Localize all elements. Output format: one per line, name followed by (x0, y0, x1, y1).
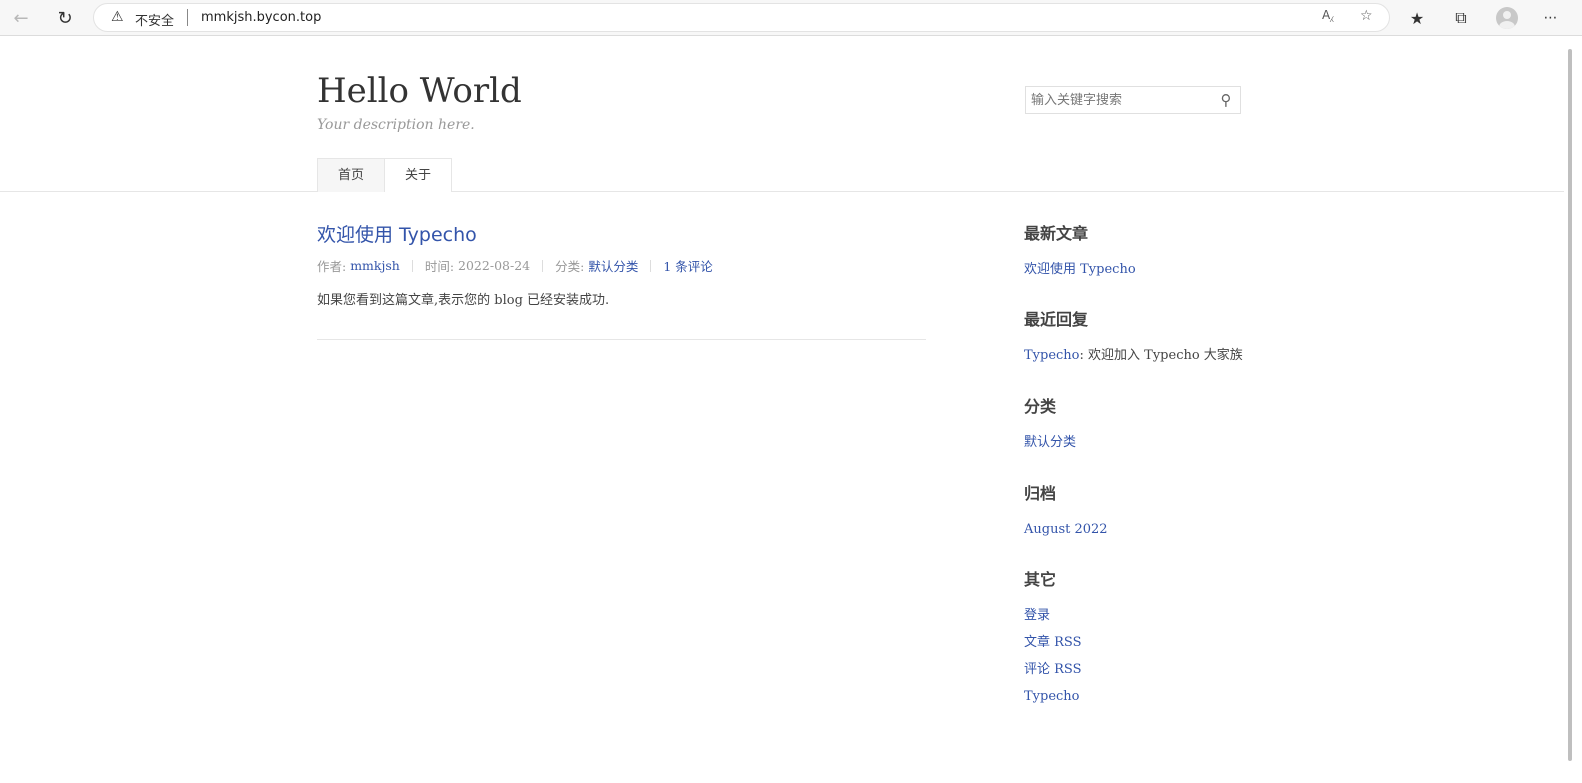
post-article: 欢迎使用 Typecho 作者: mmkjsh 时间: 2022-08-24 分… (317, 222, 926, 340)
url-text[interactable]: mmkjsh.bycon.top (201, 10, 321, 25)
widget-heading: 最近回复 (1024, 310, 1089, 329)
list-item: Typecho: 欢迎加入 Typecho 大家族 (1024, 342, 1264, 369)
profile-button[interactable] (1494, 5, 1520, 31)
search-icon[interactable]: ⚲ (1216, 90, 1236, 110)
post-category: 分类: 默认分类 (555, 256, 638, 275)
list-item: Typecho (1024, 683, 1264, 710)
more-menu-icon[interactable]: ⋯ (1538, 5, 1564, 31)
reload-icon[interactable]: ↻ (50, 3, 80, 33)
site-description: Your description here. (317, 117, 475, 133)
list-item: 欢迎使用 Typecho (1024, 256, 1264, 283)
widget-archives: 归档 August 2022 (1024, 482, 1264, 568)
comment-author-link[interactable]: Typecho (1024, 348, 1080, 363)
browser-toolbar: ← ↻ ⚠ 不安全 mmkjsh.bycon.top A⁁ ☆ ★ ⧉ ⋯ (0, 0, 1582, 36)
widget-categories: 分类 默认分类 (1024, 395, 1264, 482)
meta-divider (650, 259, 652, 272)
main-nav: 首页 关于 (317, 158, 453, 192)
nav-item-about[interactable]: 关于 (384, 158, 453, 192)
collections-icon[interactable]: ⧉ (1448, 5, 1474, 31)
list-item: 文章 RSS (1024, 629, 1264, 656)
post-title[interactable]: 欢迎使用 Typecho (317, 222, 926, 248)
widget-heading: 其它 (1024, 570, 1057, 589)
widget-heading: 分类 (1024, 397, 1057, 416)
site-header: Hello World Your description here. ⚲ 首页 … (0, 37, 1564, 192)
comments-rss-link[interactable]: 评论 RSS (1024, 662, 1082, 677)
list-item: 登录 (1024, 602, 1264, 629)
typecho-link[interactable]: Typecho (1024, 689, 1080, 704)
category-label: 分类: (555, 259, 585, 274)
widget-misc: 其它 登录 文章 RSS 评论 RSS Typecho (1024, 568, 1264, 710)
category-link[interactable]: 默认分类 (1024, 435, 1076, 450)
time-label: 时间: (424, 259, 455, 274)
favorites-icon[interactable]: ★ (1404, 5, 1430, 31)
widget-heading: 最新文章 (1024, 224, 1089, 243)
post-time: 时间: 2022-08-24 (425, 256, 530, 275)
widget-heading: 归档 (1024, 484, 1057, 503)
address-divider (187, 9, 188, 26)
avatar (1496, 7, 1518, 29)
post-author: 作者: mmkjsh (317, 256, 400, 275)
site-title[interactable]: Hello World (317, 71, 522, 111)
page-scrollbar[interactable] (1564, 37, 1582, 783)
security-label[interactable]: 不安全 (135, 10, 174, 29)
comment-text: : 欢迎加入 Typecho 大家族 (1079, 348, 1243, 363)
recent-post-link[interactable]: 欢迎使用 Typecho (1024, 262, 1136, 277)
login-link[interactable]: 登录 (1024, 608, 1050, 623)
archive-link[interactable]: August 2022 (1024, 522, 1108, 537)
list-item: 评论 RSS (1024, 656, 1264, 683)
sidebar: 最新文章 欢迎使用 Typecho 最近回复 Typecho: 欢迎加入 Typ… (1024, 222, 1264, 710)
post-excerpt: 如果您看到这篇文章,表示您的 blog 已经安装成功. (317, 293, 610, 308)
scrollbar-thumb[interactable] (1568, 49, 1572, 761)
back-arrow-icon[interactable]: ← (6, 3, 36, 33)
warning-icon[interactable]: ⚠ (111, 9, 124, 25)
comments-link[interactable]: 1 条评论 (663, 256, 712, 275)
widget-recent-posts: 最新文章 欢迎使用 Typecho (1024, 222, 1264, 308)
nav-item-home[interactable]: 首页 (317, 158, 385, 192)
list-item: 默认分类 (1024, 429, 1264, 456)
meta-divider (542, 259, 544, 272)
meta-divider (411, 259, 413, 272)
search-form: ⚲ (1025, 86, 1241, 114)
posts-rss-link[interactable]: 文章 RSS (1024, 635, 1082, 650)
author-label: 作者: (317, 259, 347, 274)
post-meta: 作者: mmkjsh 时间: 2022-08-24 分类: 默认分类 1 条评论 (317, 256, 926, 275)
add-favorite-icon[interactable]: ☆ (1360, 8, 1373, 24)
read-aloud-icon[interactable]: A⁁ (1322, 8, 1333, 22)
list-item: August 2022 (1024, 516, 1264, 543)
address-bar[interactable]: ⚠ 不安全 mmkjsh.bycon.top A⁁ ☆ (93, 3, 1390, 32)
search-input[interactable] (1026, 87, 1212, 113)
category-link[interactable]: 默认分类 (588, 256, 638, 275)
time-value: 2022-08-24 (458, 258, 531, 273)
author-link[interactable]: mmkjsh (350, 258, 400, 273)
widget-recent-comments: 最近回复 Typecho: 欢迎加入 Typecho 大家族 (1024, 308, 1264, 395)
